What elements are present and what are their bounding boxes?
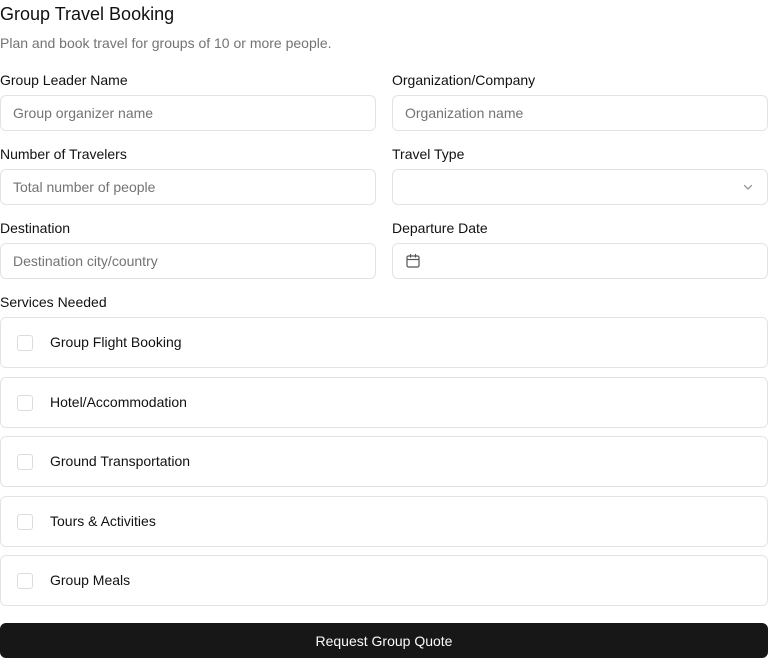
service-option[interactable]: Ground Transportation — [0, 436, 768, 487]
travelers-input-box[interactable] — [0, 169, 376, 205]
leader-input-box[interactable] — [0, 95, 376, 131]
departure-field: Departure Date — [392, 220, 768, 279]
request-quote-button[interactable]: Request Group Quote — [0, 623, 768, 658]
service-checkbox[interactable] — [17, 394, 33, 411]
travelers-input[interactable] — [13, 179, 363, 195]
leader-label: Group Leader Name — [0, 72, 128, 88]
organization-label: Organization/Company — [392, 72, 536, 88]
group-travel-form: Group Travel Booking Plan and book trave… — [0, 0, 768, 658]
service-option[interactable]: Group Flight Booking — [0, 317, 768, 368]
service-checkbox[interactable] — [17, 572, 33, 589]
service-checkbox[interactable] — [17, 513, 33, 530]
service-label: Group Flight Booking — [50, 334, 182, 350]
service-option[interactable]: Hotel/Accommodation — [0, 377, 768, 428]
leader-input[interactable] — [13, 105, 363, 121]
organization-field: Organization/Company — [392, 72, 768, 131]
organization-input-box[interactable] — [392, 95, 768, 131]
departure-label: Departure Date — [392, 220, 488, 236]
page-subtitle: Plan and book travel for groups of 10 or… — [0, 35, 332, 51]
service-label: Ground Transportation — [50, 453, 191, 469]
service-option[interactable]: Tours & Activities — [0, 496, 768, 547]
departure-date-picker[interactable] — [392, 243, 768, 279]
travelers-label: Number of Travelers — [0, 146, 127, 162]
organization-input[interactable] — [405, 105, 755, 121]
service-checkbox[interactable] — [17, 453, 33, 470]
chevron-down-icon — [743, 184, 753, 190]
travel-type-field: Travel Type — [392, 146, 768, 205]
destination-input[interactable] — [13, 253, 363, 269]
service-label: Group Meals — [50, 572, 131, 588]
destination-label: Destination — [0, 220, 71, 236]
destination-field: Destination — [0, 220, 376, 279]
service-label: Tours & Activities — [50, 513, 156, 529]
services-label: Services Needed — [0, 294, 107, 310]
leader-field: Group Leader Name — [0, 72, 376, 131]
travelers-field: Number of Travelers — [0, 146, 376, 205]
page-title: Group Travel Booking — [0, 4, 175, 24]
destination-input-box[interactable] — [0, 243, 376, 279]
service-label: Hotel/Accommodation — [50, 394, 187, 410]
calendar-icon — [406, 253, 420, 268]
travel-type-select[interactable] — [392, 169, 768, 205]
service-checkbox[interactable] — [17, 334, 33, 351]
travel-type-label: Travel Type — [392, 146, 465, 162]
service-option[interactable]: Group Meals — [0, 555, 768, 606]
